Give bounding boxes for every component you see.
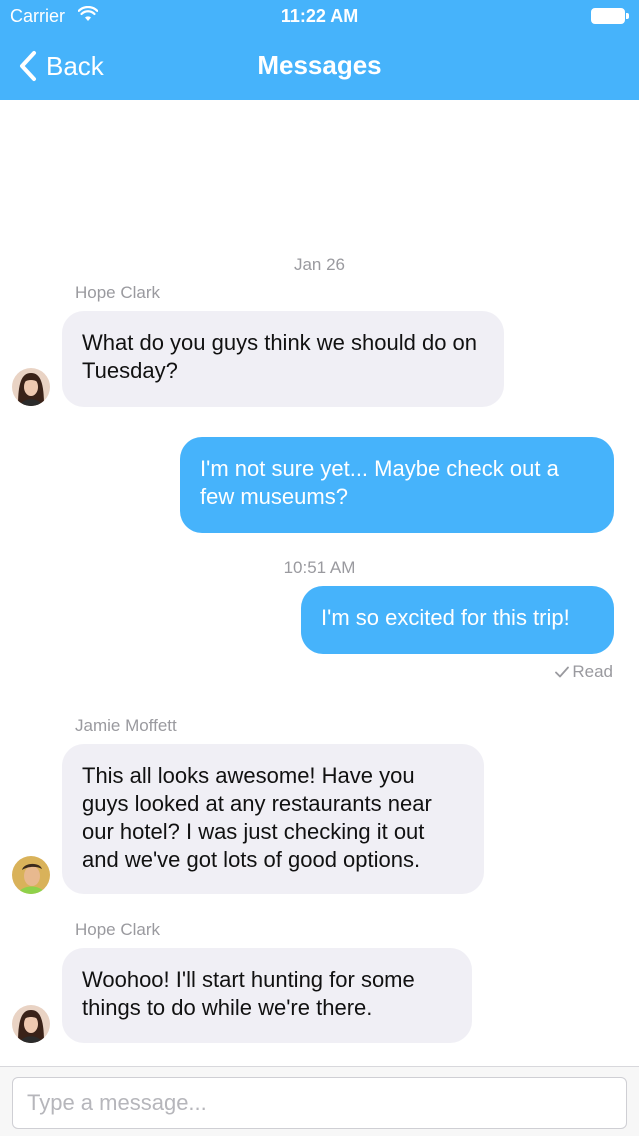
- sender-name: Hope Clark: [75, 920, 161, 939]
- avatar[interactable]: [12, 1005, 50, 1043]
- message-thread[interactable]: Jan 26 Hope Clark What do you guys think…: [0, 100, 639, 1066]
- checkmark-icon: [555, 666, 570, 678]
- status-bar: Carrier 11:22 AM: [0, 0, 639, 34]
- date-separator: Jan 26: [293, 255, 346, 274]
- status-time: 11:22 AM: [280, 6, 359, 26]
- avatar[interactable]: [12, 368, 50, 406]
- message-bubble-incoming[interactable]: This all looks awesome! Have you guys lo…: [62, 744, 484, 894]
- sender-name: Hope Clark: [75, 283, 161, 302]
- avatar[interactable]: [12, 856, 50, 894]
- sender-name: Jamie Moffett: [75, 716, 177, 735]
- read-receipt: Read: [555, 662, 613, 682]
- message-bubble-outgoing[interactable]: I'm not sure yet... Maybe check out a fe…: [180, 437, 614, 533]
- read-receipt-label: Read: [572, 662, 613, 681]
- message-composer: [0, 1066, 639, 1136]
- navigation-bar: Back Messages: [0, 36, 639, 96]
- page-title: Messages: [257, 50, 382, 80]
- message-bubble-outgoing[interactable]: I'm so excited for this trip!: [301, 586, 614, 654]
- time-separator: 10:51 AM: [283, 558, 356, 577]
- header: Carrier 11:22 AM Back Messages: [0, 0, 639, 100]
- message-bubble-incoming[interactable]: Woohoo! I'll start hunting for some thin…: [62, 948, 472, 1043]
- message-bubble-incoming[interactable]: What do you guys think we should do on T…: [62, 311, 504, 407]
- message-input[interactable]: [12, 1077, 627, 1129]
- battery-icon: [591, 8, 629, 24]
